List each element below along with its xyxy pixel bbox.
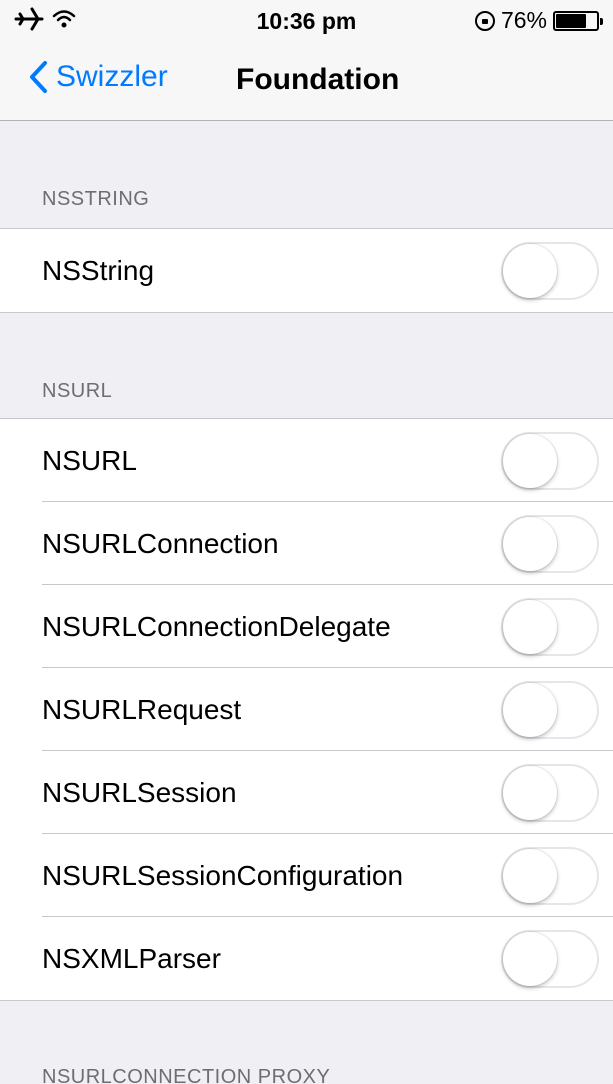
toggle-switch[interactable] [501,680,599,739]
section-group-nsstring: NSString [0,228,613,313]
section-header-nsstring: NSSTRING [42,188,150,210]
toggle-knob [503,433,557,488]
toggle-knob [503,765,557,820]
status-right: 76% [474,7,605,34]
list-item: NSURLSessionConfiguration [0,834,613,917]
section-group-nsurl: NSURL NSURLConnection NSURLConnectionDel… [0,418,613,1001]
section-header-nsurlconnection-proxy: NSURLCONNECTION PROXY [42,1066,331,1084]
toggle-switch[interactable] [501,846,599,905]
toggle-switch[interactable] [501,431,599,490]
item-label: NSXMLParser [42,942,221,974]
list-item: NSString [0,229,613,312]
item-label: NSURLConnection [42,527,279,559]
page-title: Foundation [236,63,400,96]
item-label: NSURLSessionConfiguration [42,859,404,891]
item-label: NSString [42,254,155,286]
item-label: NSURLConnectionDelegate [42,610,391,642]
toggle-switch[interactable] [501,929,599,988]
chevron-left-icon [30,61,47,93]
top-bar: 10:36 pm 76% Swizzler Foundation [0,0,613,121]
toggle-switch[interactable] [501,763,599,822]
navigation-bar: Swizzler Foundation [0,40,613,121]
item-label: NSURL [42,444,137,476]
list-item: NSURLConnectionDelegate [0,585,613,668]
list-item: NSURLConnection [0,502,613,585]
back-button-label: Swizzler [56,60,168,93]
battery-icon [553,10,603,31]
toggle-knob [503,682,557,737]
toggle-switch[interactable] [501,241,599,300]
toggle-knob [503,243,557,298]
battery-fill [556,13,586,28]
list-item: NSURLSession [0,751,613,834]
toggle-switch[interactable] [501,514,599,573]
settings-screen: 10:36 pm 76% Swizzler Foundation NSSTRIN… [0,0,613,1084]
list-item: NSURLRequest [0,668,613,751]
toggle-knob [503,848,557,903]
toggle-switch[interactable] [501,597,599,656]
toggle-knob [503,931,557,986]
status-bar: 10:36 pm 76% [0,0,613,40]
rotation-lock-icon [474,10,495,31]
back-button[interactable]: Swizzler [28,60,168,94]
list-item: NSXMLParser [0,917,613,1000]
toggle-knob [503,516,557,571]
battery-percent: 76% [500,7,547,33]
section-header-nsurl: NSURL [42,380,113,402]
item-label: NSURLRequest [42,693,242,725]
toggle-knob [503,599,557,654]
item-label: NSURLSession [42,776,237,808]
list-item: NSURL [0,419,613,502]
